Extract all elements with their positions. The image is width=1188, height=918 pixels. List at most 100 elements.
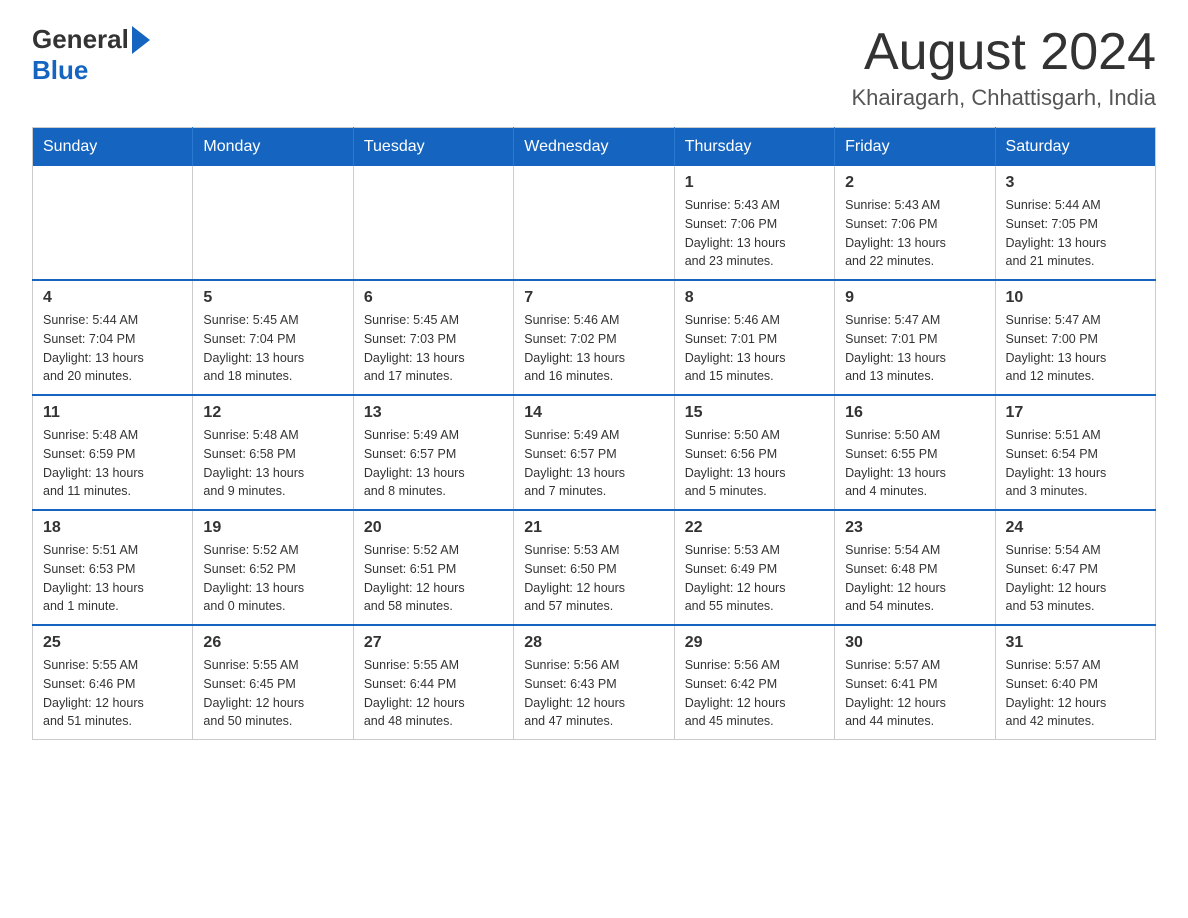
- col-header-wednesday: Wednesday: [514, 128, 674, 167]
- day-info: Sunrise: 5:47 AM Sunset: 7:00 PM Dayligh…: [1006, 311, 1145, 386]
- day-info: Sunrise: 5:57 AM Sunset: 6:40 PM Dayligh…: [1006, 656, 1145, 731]
- day-info: Sunrise: 5:51 AM Sunset: 6:54 PM Dayligh…: [1006, 426, 1145, 501]
- calendar-header-row: SundayMondayTuesdayWednesdayThursdayFrid…: [33, 128, 1156, 167]
- day-info: Sunrise: 5:45 AM Sunset: 7:03 PM Dayligh…: [364, 311, 503, 386]
- day-info: Sunrise: 5:45 AM Sunset: 7:04 PM Dayligh…: [203, 311, 342, 386]
- day-info: Sunrise: 5:50 AM Sunset: 6:55 PM Dayligh…: [845, 426, 984, 501]
- calendar-cell: 24 Sunrise: 5:54 AM Sunset: 6:47 PM Dayli…: [995, 510, 1155, 625]
- calendar-week-row: 4 Sunrise: 5:44 AM Sunset: 7:04 PM Daylig…: [33, 280, 1156, 395]
- day-number: 4: [43, 289, 182, 307]
- day-number: 11: [43, 404, 182, 422]
- calendar-cell: 8 Sunrise: 5:46 AM Sunset: 7:01 PM Daylig…: [674, 280, 834, 395]
- day-number: 19: [203, 519, 342, 537]
- calendar-cell: [514, 166, 674, 280]
- page-header: General Blue August 2024 Khairagarh, Chh…: [32, 24, 1156, 111]
- day-number: 31: [1006, 634, 1145, 652]
- calendar-cell: 21 Sunrise: 5:53 AM Sunset: 6:50 PM Dayli…: [514, 510, 674, 625]
- calendar-cell: 10 Sunrise: 5:47 AM Sunset: 7:00 PM Dayli…: [995, 280, 1155, 395]
- calendar-cell: 19 Sunrise: 5:52 AM Sunset: 6:52 PM Dayli…: [193, 510, 353, 625]
- day-number: 17: [1006, 404, 1145, 422]
- calendar-cell: 20Sunrise: 5:52 AM Sunset: 6:51 PM Dayli…: [353, 510, 513, 625]
- day-info: Sunrise: 5:54 AM Sunset: 6:47 PM Dayligh…: [1006, 541, 1145, 616]
- day-info: Sunrise: 5:43 AM Sunset: 7:06 PM Dayligh…: [685, 196, 824, 271]
- day-number: 21: [524, 519, 663, 537]
- calendar-cell: 23 Sunrise: 5:54 AM Sunset: 6:48 PM Dayli…: [835, 510, 995, 625]
- day-number: 25: [43, 634, 182, 652]
- day-info: Sunrise: 5:52 AM Sunset: 6:52 PM Dayligh…: [203, 541, 342, 616]
- col-header-tuesday: Tuesday: [353, 128, 513, 167]
- day-number: 29: [685, 634, 824, 652]
- day-number: 10: [1006, 289, 1145, 307]
- calendar-cell: 18Sunrise: 5:51 AM Sunset: 6:53 PM Dayli…: [33, 510, 193, 625]
- day-info: Sunrise: 5:44 AM Sunset: 7:05 PM Dayligh…: [1006, 196, 1145, 271]
- calendar-week-row: 1Sunrise: 5:43 AM Sunset: 7:06 PM Daylig…: [33, 166, 1156, 280]
- day-number: 26: [203, 634, 342, 652]
- day-info: Sunrise: 5:56 AM Sunset: 6:42 PM Dayligh…: [685, 656, 824, 731]
- page-title: August 2024: [851, 24, 1156, 81]
- calendar-cell: 1Sunrise: 5:43 AM Sunset: 7:06 PM Daylig…: [674, 166, 834, 280]
- calendar-cell: 14Sunrise: 5:49 AM Sunset: 6:57 PM Dayli…: [514, 395, 674, 510]
- logo-general: General: [32, 24, 129, 55]
- day-number: 22: [685, 519, 824, 537]
- calendar-cell: 9 Sunrise: 5:47 AM Sunset: 7:01 PM Daylig…: [835, 280, 995, 395]
- col-header-sunday: Sunday: [33, 128, 193, 167]
- day-info: Sunrise: 5:55 AM Sunset: 6:45 PM Dayligh…: [203, 656, 342, 731]
- day-info: Sunrise: 5:53 AM Sunset: 6:50 PM Dayligh…: [524, 541, 663, 616]
- day-number: 5: [203, 289, 342, 307]
- day-info: Sunrise: 5:52 AM Sunset: 6:51 PM Dayligh…: [364, 541, 503, 616]
- day-info: Sunrise: 5:43 AM Sunset: 7:06 PM Dayligh…: [845, 196, 984, 271]
- calendar-cell: 2 Sunrise: 5:43 AM Sunset: 7:06 PM Daylig…: [835, 166, 995, 280]
- day-info: Sunrise: 5:53 AM Sunset: 6:49 PM Dayligh…: [685, 541, 824, 616]
- col-header-monday: Monday: [193, 128, 353, 167]
- day-number: 24: [1006, 519, 1145, 537]
- calendar-cell: 17 Sunrise: 5:51 AM Sunset: 6:54 PM Dayli…: [995, 395, 1155, 510]
- day-number: 6: [364, 289, 503, 307]
- day-number: 23: [845, 519, 984, 537]
- calendar-cell: 25 Sunrise: 5:55 AM Sunset: 6:46 PM Dayli…: [33, 625, 193, 740]
- calendar-cell: [193, 166, 353, 280]
- day-number: 3: [1006, 174, 1145, 192]
- calendar-table: SundayMondayTuesdayWednesdayThursdayFrid…: [32, 127, 1156, 740]
- day-number: 2: [845, 174, 984, 192]
- calendar-cell: 6 Sunrise: 5:45 AM Sunset: 7:03 PM Daylig…: [353, 280, 513, 395]
- day-info: Sunrise: 5:54 AM Sunset: 6:48 PM Dayligh…: [845, 541, 984, 616]
- calendar-week-row: 11 Sunrise: 5:48 AM Sunset: 6:59 PM Dayli…: [33, 395, 1156, 510]
- day-number: 27: [364, 634, 503, 652]
- day-info: Sunrise: 5:46 AM Sunset: 7:02 PM Dayligh…: [524, 311, 663, 386]
- day-info: Sunrise: 5:47 AM Sunset: 7:01 PM Dayligh…: [845, 311, 984, 386]
- day-number: 9: [845, 289, 984, 307]
- calendar-cell: 3 Sunrise: 5:44 AM Sunset: 7:05 PM Daylig…: [995, 166, 1155, 280]
- day-number: 15: [685, 404, 824, 422]
- calendar-cell: 27Sunrise: 5:55 AM Sunset: 6:44 PM Dayli…: [353, 625, 513, 740]
- col-header-saturday: Saturday: [995, 128, 1155, 167]
- calendar-cell: 5 Sunrise: 5:45 AM Sunset: 7:04 PM Daylig…: [193, 280, 353, 395]
- logo-blue: Blue: [32, 55, 88, 86]
- day-info: Sunrise: 5:48 AM Sunset: 6:59 PM Dayligh…: [43, 426, 182, 501]
- day-info: Sunrise: 5:44 AM Sunset: 7:04 PM Dayligh…: [43, 311, 182, 386]
- day-info: Sunrise: 5:46 AM Sunset: 7:01 PM Dayligh…: [685, 311, 824, 386]
- calendar-cell: 16Sunrise: 5:50 AM Sunset: 6:55 PM Dayli…: [835, 395, 995, 510]
- calendar-cell: 4 Sunrise: 5:44 AM Sunset: 7:04 PM Daylig…: [33, 280, 193, 395]
- calendar-cell: 29 Sunrise: 5:56 AM Sunset: 6:42 PM Dayli…: [674, 625, 834, 740]
- calendar-cell: [353, 166, 513, 280]
- day-number: 8: [685, 289, 824, 307]
- calendar-cell: [33, 166, 193, 280]
- logo-triangle-icon: [132, 26, 150, 54]
- day-info: Sunrise: 5:55 AM Sunset: 6:46 PM Dayligh…: [43, 656, 182, 731]
- calendar-cell: 22 Sunrise: 5:53 AM Sunset: 6:49 PM Dayli…: [674, 510, 834, 625]
- calendar-cell: 30Sunrise: 5:57 AM Sunset: 6:41 PM Dayli…: [835, 625, 995, 740]
- day-info: Sunrise: 5:49 AM Sunset: 6:57 PM Dayligh…: [524, 426, 663, 501]
- day-number: 7: [524, 289, 663, 307]
- day-info: Sunrise: 5:57 AM Sunset: 6:41 PM Dayligh…: [845, 656, 984, 731]
- calendar-cell: 13Sunrise: 5:49 AM Sunset: 6:57 PM Dayli…: [353, 395, 513, 510]
- calendar-cell: 12Sunrise: 5:48 AM Sunset: 6:58 PM Dayli…: [193, 395, 353, 510]
- logo: General Blue: [32, 24, 150, 86]
- day-number: 28: [524, 634, 663, 652]
- calendar-cell: 7 Sunrise: 5:46 AM Sunset: 7:02 PM Daylig…: [514, 280, 674, 395]
- col-header-friday: Friday: [835, 128, 995, 167]
- day-info: Sunrise: 5:50 AM Sunset: 6:56 PM Dayligh…: [685, 426, 824, 501]
- day-number: 12: [203, 404, 342, 422]
- calendar-cell: 26 Sunrise: 5:55 AM Sunset: 6:45 PM Dayli…: [193, 625, 353, 740]
- day-info: Sunrise: 5:49 AM Sunset: 6:57 PM Dayligh…: [364, 426, 503, 501]
- calendar-cell: 28Sunrise: 5:56 AM Sunset: 6:43 PM Dayli…: [514, 625, 674, 740]
